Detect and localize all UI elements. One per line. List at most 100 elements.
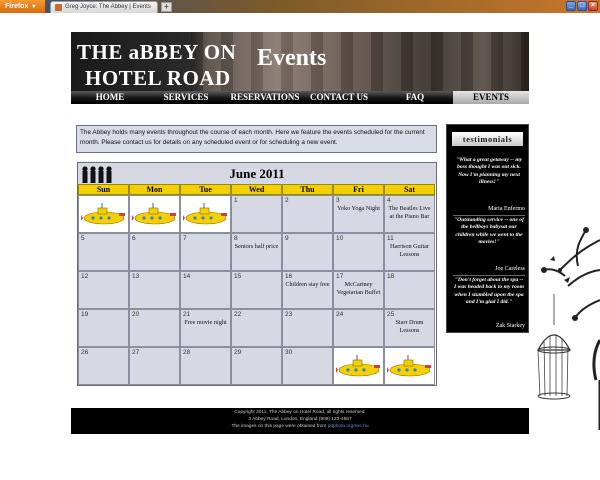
weekday-fri: Fri — [333, 184, 384, 195]
calendar-weekday-header: Sun Mon Tue Wed Thu Fri Sat — [78, 184, 436, 195]
site-logo-line1[interactable]: THE aBBEY ON — [77, 40, 236, 65]
calendar-empty-cell — [333, 347, 384, 385]
calendar-day-cell: 13 — [129, 271, 180, 309]
calendar-day-number: 8 — [234, 235, 238, 242]
calendar-day-cell: 26 — [78, 347, 129, 385]
calendar-event: Seniors half price — [234, 243, 279, 250]
calendar-day-number: 27 — [132, 349, 140, 356]
calendar-day-number: 2 — [285, 197, 289, 204]
events-calendar: June 2011 Sun Mon Tue Wed Thu Fri Sat 12… — [77, 162, 437, 386]
calendar-empty-cell — [78, 195, 129, 233]
calendar-event: McCartney Vegetarian Buffet — [336, 281, 381, 296]
calendar-day-cell: 19 — [78, 309, 129, 347]
firefox-menu-button[interactable]: Firefox ▾ — [0, 0, 46, 13]
calendar-day-number: 16 — [285, 273, 293, 280]
events-intro-text: The Abbey holds many events throughout t… — [76, 125, 437, 153]
yellow-submarine-icon — [132, 201, 178, 227]
calendar-day-cell: 15 — [231, 271, 282, 309]
favicon-icon — [55, 4, 62, 11]
yellow-submarine-icon — [336, 353, 382, 379]
calendar-day-number: 26 — [81, 349, 89, 356]
calendar-day-cell: 5 — [78, 233, 129, 271]
calendar-day-number: 30 — [285, 349, 293, 356]
testimonial-quote: "Don't forget about the spa -- I was hea… — [454, 277, 524, 306]
calendar-day-number: 12 — [81, 273, 89, 280]
calendar-event: Harrison Guitar Lessons — [389, 243, 429, 258]
calendar-day-number: 19 — [81, 311, 89, 318]
calendar-day-cell: 25 Starr Drum Lessons — [384, 309, 435, 347]
calendar-day-cell: 16 Children stay free — [282, 271, 333, 309]
calendar-day-cell: 28 — [180, 347, 231, 385]
weekday-tue: Tue — [180, 184, 231, 195]
calendar-day-cell: 2 — [282, 195, 333, 233]
yellow-submarine-icon — [81, 201, 127, 227]
calendar-day-cell: 6 — [129, 233, 180, 271]
calendar-event: Children stay free — [285, 281, 330, 288]
testimonial-author: Maria Enfermo — [488, 206, 525, 212]
calendar-day-cell: 27 — [129, 347, 180, 385]
footer-credits: The images on this page were obtained fr… — [71, 424, 529, 429]
nav-item-home[interactable]: HOME — [75, 91, 145, 104]
calendar-day-cell: 1 — [231, 195, 282, 233]
calendar-day-cell: 22 — [231, 309, 282, 347]
calendar-day-number: 28 — [183, 349, 191, 356]
calendar-day-number: 29 — [234, 349, 242, 356]
site-logo-line2[interactable]: HOTEL ROAD — [85, 66, 231, 91]
tab-title: Greg Joyce: The Abbey | Events — [65, 4, 151, 10]
calendar-event: Starr Drum Lessons — [395, 319, 424, 334]
calendar-day-cell: 14 — [180, 271, 231, 309]
calendar-day-cell: 21 Free movie night — [180, 309, 231, 347]
calendar-event: Yoko Yoga Night — [337, 205, 380, 212]
calendar-day-number: 21 — [183, 311, 191, 318]
calendar-day-number: 18 — [387, 273, 395, 280]
calendar-day-cell: 9 — [282, 233, 333, 271]
calendar-title-bar: June 2011 — [78, 163, 436, 184]
close-window-button[interactable]: × — [588, 1, 598, 11]
site-header-banner: THE aBBEY ON HOTEL ROAD Events — [71, 32, 529, 91]
weekday-wed: Wed — [231, 184, 282, 195]
browser-titlebar: Firefox ▾ Greg Joyce: The Abbey | Events … — [0, 0, 600, 13]
calendar-day-cell: 24 — [333, 309, 384, 347]
calendar-day-number: 10 — [336, 235, 344, 242]
calendar-day-cell: 7 — [180, 233, 231, 271]
calendar-day-cell: 10 — [333, 233, 384, 271]
yellow-submarine-icon — [387, 353, 433, 379]
footer-copyright: Copyright 2011, The Abbey on Hotel Road,… — [234, 410, 366, 415]
browser-tab[interactable]: Greg Joyce: The Abbey | Events — [50, 1, 158, 13]
calendar-day-cell: 8 Seniors half price — [231, 233, 282, 271]
header-photo — [191, 32, 529, 91]
calendar-day-cell: 3 Yoko Yoga Night — [333, 195, 384, 233]
tree-birdcage-decoration — [536, 227, 600, 430]
footer-credits-link[interactable]: pdphoto.org/sxc.hu — [328, 424, 369, 429]
calendar-day-number: 25 — [387, 311, 395, 318]
minimize-button[interactable]: _ — [566, 1, 576, 11]
testimonial-quote: "What a great getaway -- my boss thought… — [455, 157, 523, 186]
calendar-day-number: 3 — [336, 197, 340, 204]
calendar-day-number: 11 — [387, 235, 394, 242]
new-tab-button[interactable]: + — [161, 2, 172, 12]
calendar-day-cell: 29 — [231, 347, 282, 385]
calendar-day-number: 22 — [234, 311, 242, 318]
calendar-empty-cell — [384, 347, 435, 385]
weekday-mon: Mon — [129, 184, 180, 195]
weekday-sat: Sat — [384, 184, 435, 195]
weekday-thu: Thu — [282, 184, 333, 195]
calendar-day-number: 13 — [132, 273, 140, 280]
maximize-button[interactable]: □ — [577, 1, 587, 11]
testimonials-sidebar: testimonials "What a great getaway -- my… — [446, 124, 529, 333]
calendar-day-number: 6 — [132, 235, 136, 242]
calendar-event: The Beatles Live at the Piano Bar — [388, 205, 431, 220]
calendar-day-cell: 30 — [282, 347, 333, 385]
calendar-event: Free movie night — [184, 319, 227, 326]
calendar-day-number: 23 — [285, 311, 293, 318]
calendar-empty-cell — [180, 195, 231, 233]
calendar-day-cell: 20 — [129, 309, 180, 347]
calendar-day-number: 1 — [234, 197, 238, 204]
nav-item-faq[interactable]: FAQ — [387, 91, 443, 104]
nav-item-services[interactable]: SERVICES — [151, 91, 221, 104]
calendar-empty-cell — [129, 195, 180, 233]
calendar-day-cell: 18 — [384, 271, 435, 309]
nav-item-contact-us[interactable]: CONTACT US — [307, 91, 371, 104]
nav-item-events[interactable]: EVENTS — [453, 91, 529, 104]
nav-item-reservations[interactable]: RESERVATIONS — [223, 91, 307, 104]
